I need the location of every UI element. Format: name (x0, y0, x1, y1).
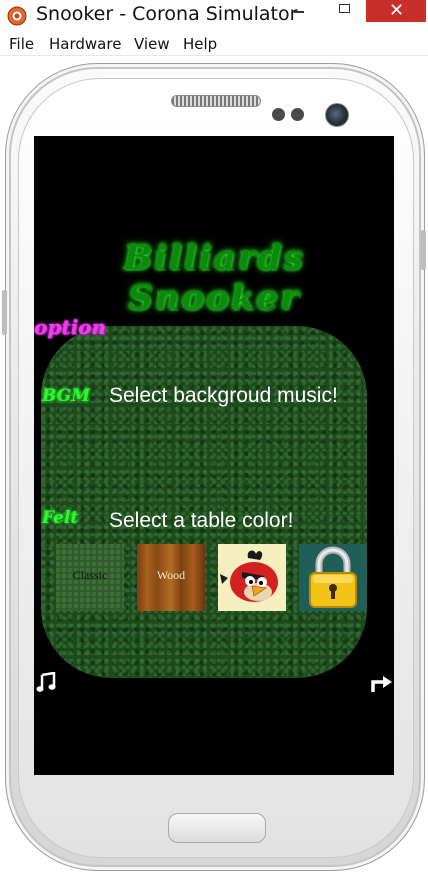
felt-tag: Felt (42, 508, 79, 528)
title-bar: Snooker - Corona Simulator ✕ (0, 0, 428, 32)
menu-bar: File Hardware View Help (0, 33, 428, 56)
close-button[interactable]: ✕ (366, 0, 426, 22)
menu-file[interactable]: File (9, 35, 34, 53)
bgm-tag: BGM (42, 386, 91, 406)
corona-app-icon (7, 6, 27, 26)
home-button[interactable] (168, 813, 266, 843)
classic-swatch-label: Classic (72, 568, 108, 582)
volume-button (2, 290, 7, 335)
felt-description: Select a table color! (109, 509, 294, 532)
maximize-icon (339, 4, 350, 13)
menu-view[interactable]: View (134, 35, 170, 53)
proximity-sensor (272, 108, 285, 121)
game-screen: Billiards Snooker option BGM Select back… (34, 136, 394, 775)
options-panel (41, 326, 367, 678)
maximize-button[interactable] (330, 0, 360, 22)
bgm-description[interactable]: Select backgroud music! (109, 384, 338, 408)
classic-felt-swatch[interactable]: Classic (56, 544, 124, 611)
window-title: Snooker - Corona Simulator (36, 3, 298, 25)
light-sensor (291, 108, 304, 121)
forward-arrow-icon[interactable] (370, 674, 394, 694)
locked-felt-swatch[interactable] (299, 544, 367, 611)
lock-icon (299, 544, 367, 611)
power-button (421, 230, 426, 270)
close-icon: ✕ (389, 0, 405, 20)
angry-bird-felt-swatch[interactable] (218, 544, 286, 611)
menu-hardware[interactable]: Hardware (49, 35, 121, 53)
wood-swatch-label: Wood (156, 568, 186, 582)
front-camera (325, 103, 349, 127)
angry-bird-icon (218, 544, 286, 611)
option-label: option (34, 315, 107, 339)
minimize-icon (294, 11, 304, 13)
minimize-button[interactable] (284, 0, 314, 22)
game-title-billiards: Billiards (123, 238, 305, 278)
earpiece-speaker (171, 95, 261, 107)
wood-felt-swatch[interactable]: Wood (137, 544, 205, 611)
game-title-snooker: Snooker (128, 278, 300, 318)
music-note-icon[interactable] (35, 672, 57, 694)
menu-help[interactable]: Help (183, 35, 217, 53)
